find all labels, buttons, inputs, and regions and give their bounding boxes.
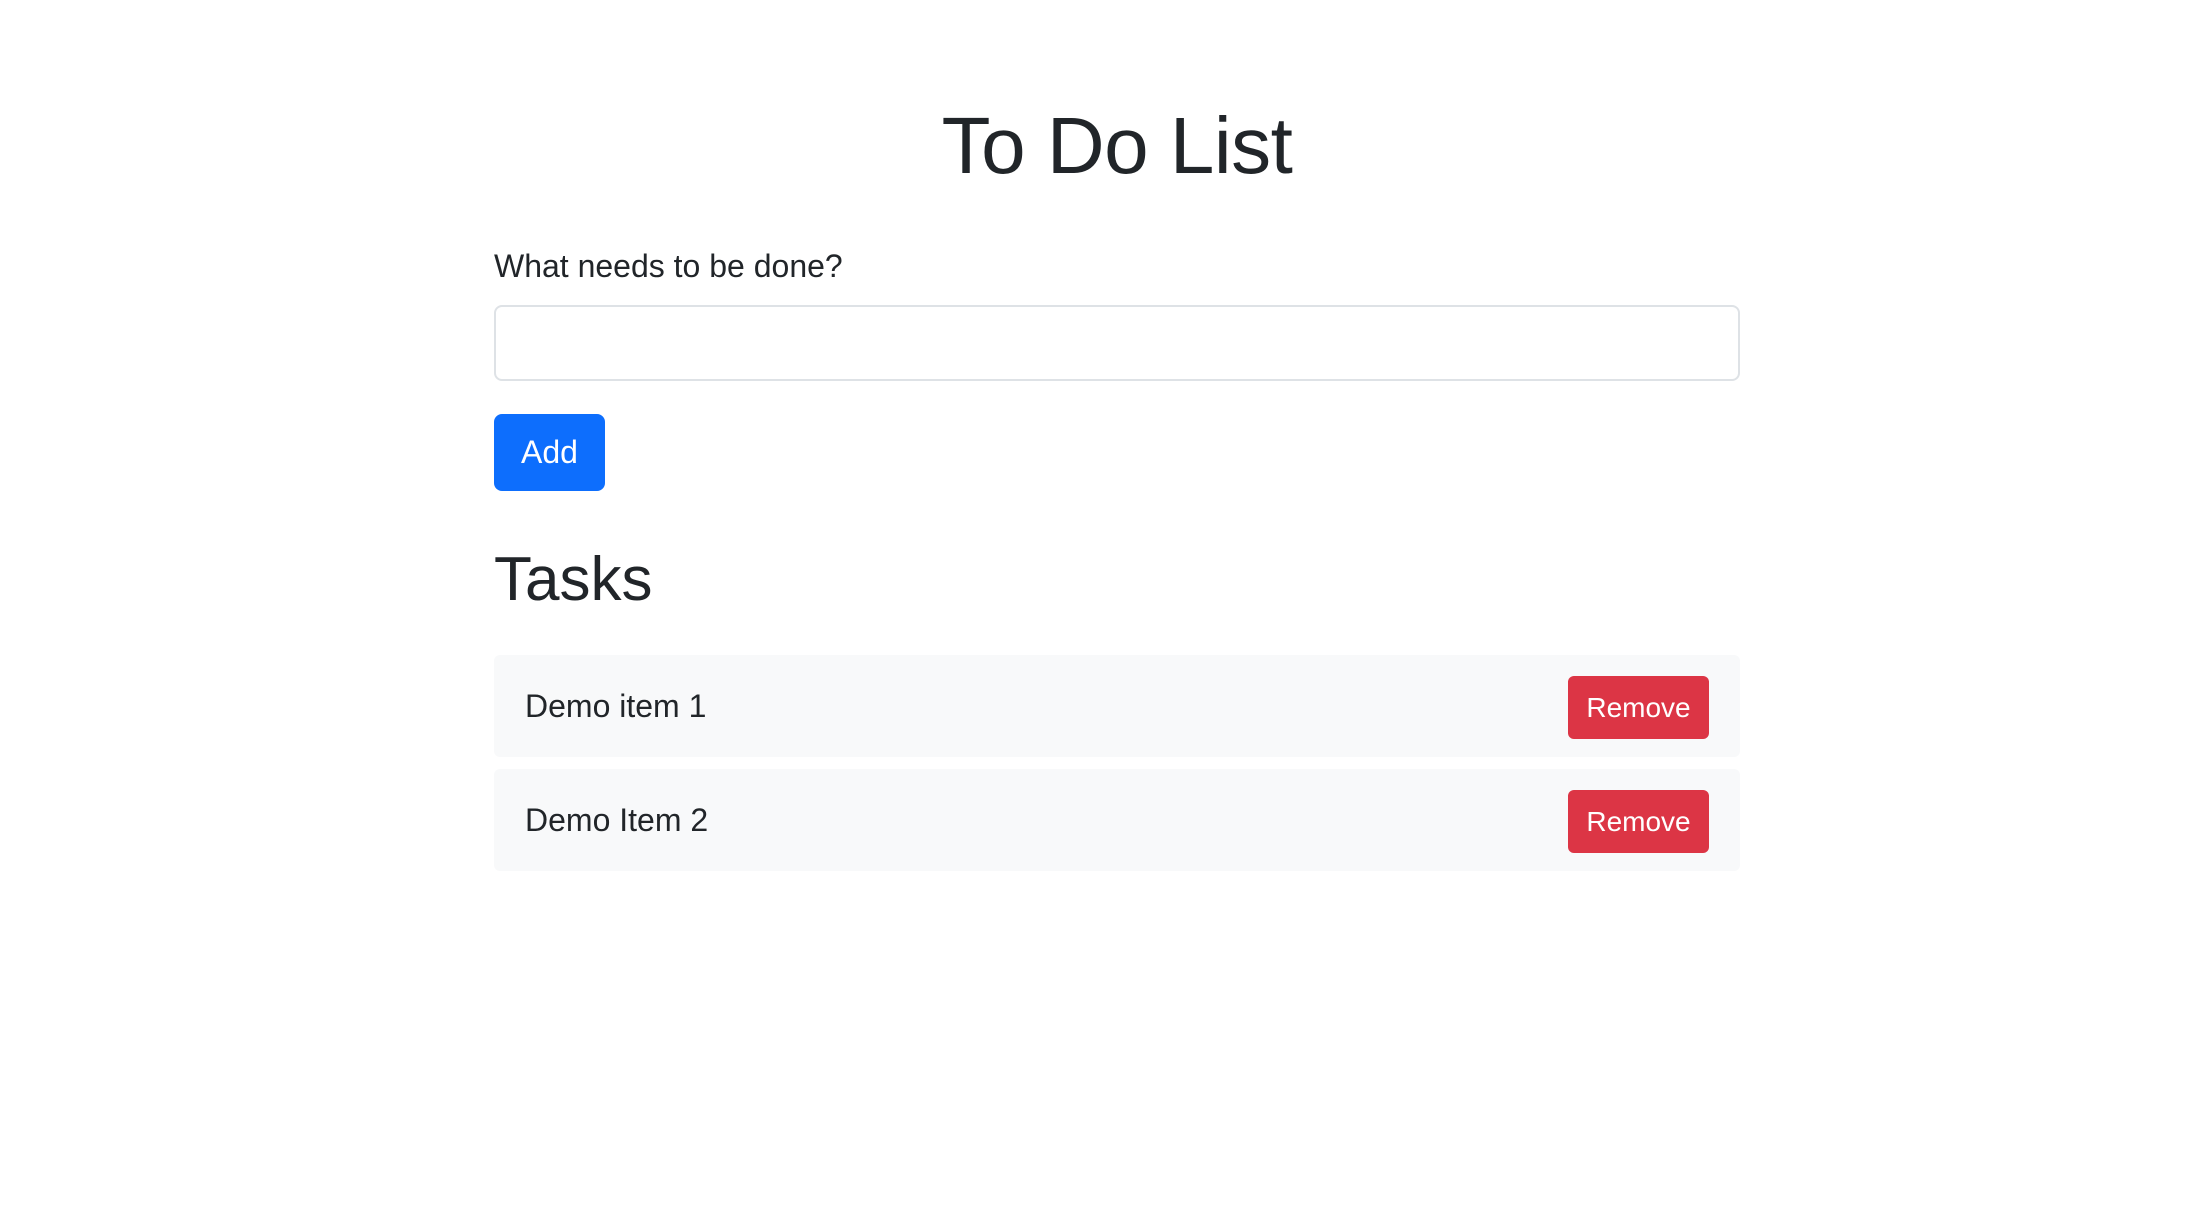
new-task-input[interactable] [494,305,1740,381]
task-text: Demo Item 2 [525,802,709,838]
task-item: Demo Item 2 Remove [494,769,1740,871]
task-list: Demo item 1 Remove Demo Item 2 Remove [494,655,1740,883]
tasks-heading: Tasks [494,545,653,614]
add-button[interactable]: Add [494,414,605,491]
task-item: Demo item 1 Remove [494,655,1740,757]
remove-button[interactable]: Remove [1568,676,1709,739]
task-text: Demo item 1 [525,688,707,724]
new-task-label: What needs to be done? [494,248,843,284]
page-title: To Do List [941,101,1293,190]
remove-button[interactable]: Remove [1568,790,1709,853]
